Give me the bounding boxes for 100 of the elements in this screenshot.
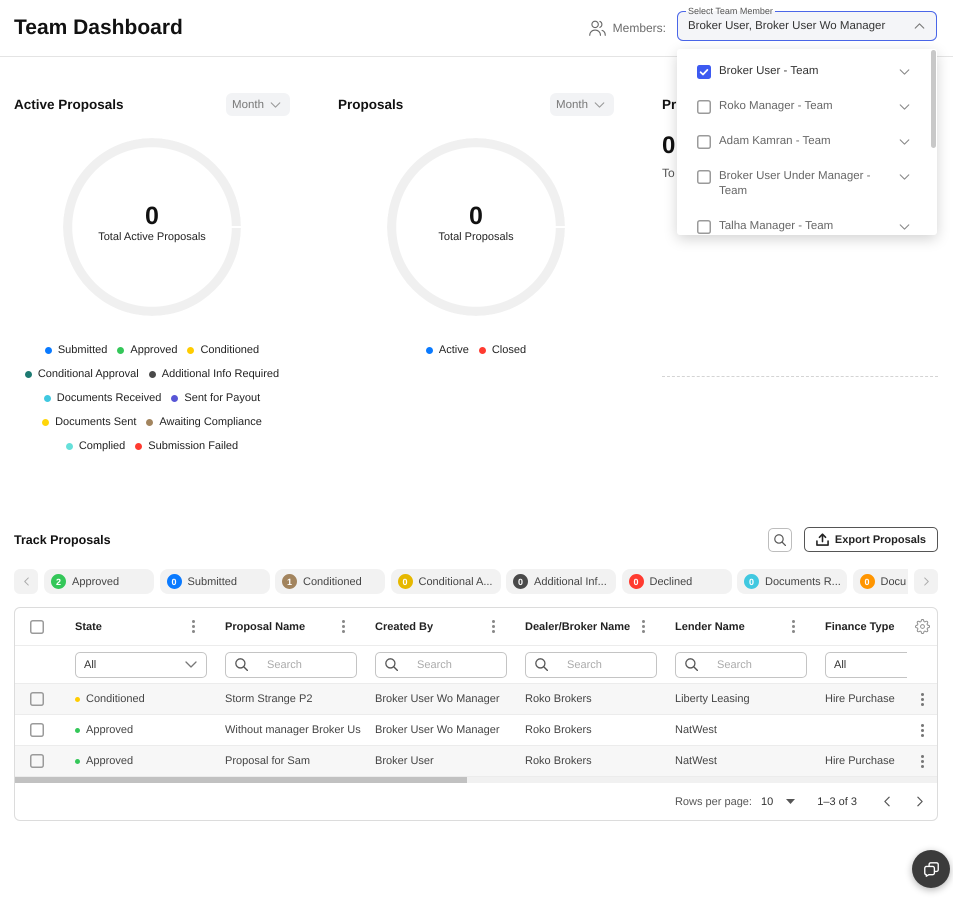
search-icon [774, 534, 786, 546]
column-header[interactable]: Finance Type [825, 620, 894, 632]
chevron-left-icon[interactable] [884, 796, 890, 807]
legend-label: Conditional Approval [38, 367, 139, 381]
chevron-down-icon[interactable] [899, 224, 910, 230]
panel-title: Proposals [338, 97, 404, 112]
kebab-menu-icon[interactable] [492, 620, 495, 633]
legend-label: Documents Sent [55, 415, 136, 429]
members-label: Members: [612, 21, 666, 35]
table-cell: Storm Strange P2 [225, 693, 312, 705]
status-filter-chip[interactable]: 2 Approved [44, 569, 154, 594]
total-count: 0 [145, 204, 159, 228]
stat-caption: To [662, 166, 675, 180]
total-label: Total Proposals [438, 230, 514, 244]
team-member-select[interactable]: Select Team Member Broker User, Broker User Wo Manager [677, 6, 937, 41]
chevron-down-icon[interactable] [899, 139, 910, 145]
checkbox[interactable] [697, 64, 711, 78]
status-filter-chip[interactable]: 0 Additional Inf... [506, 569, 616, 594]
page-title: Team Dashboard [14, 15, 183, 41]
count-badge: 0 [628, 574, 644, 589]
speech-bubbles-icon [924, 862, 938, 876]
table-cell: Roko Brokers [525, 755, 592, 767]
chevron-down-icon [185, 661, 197, 668]
search-field[interactable]: Search [525, 652, 657, 678]
member-option-label[interactable]: Broker User - Team [719, 64, 879, 79]
floating-action-button[interactable] [912, 850, 950, 888]
settings-icon[interactable] [914, 619, 930, 634]
status-filter-chip[interactable]: 0 Submitted [160, 569, 270, 594]
chevron-down-icon[interactable] [899, 104, 910, 110]
kebab-menu-icon[interactable] [920, 692, 924, 706]
chevron-right-icon[interactable] [917, 796, 923, 807]
legend-label: Conditioned [200, 343, 260, 357]
count-badge: 1 [282, 574, 297, 589]
table-cell: Without manager Broker Us [225, 724, 361, 736]
table-cell: NatWest [675, 755, 717, 767]
people-icon [588, 20, 606, 36]
scrollbar-thumb[interactable] [15, 777, 467, 783]
kebab-menu-icon[interactable] [342, 620, 345, 633]
search-field[interactable]: Search [675, 652, 807, 678]
column-header[interactable]: Created By [375, 620, 434, 632]
status-filter-chip[interactable]: 1 Conditioned [275, 569, 385, 594]
checkbox[interactable] [30, 723, 44, 737]
kebab-menu-icon[interactable] [792, 620, 795, 633]
chevron-down-icon [270, 102, 281, 108]
chevron-down-icon[interactable] [899, 69, 910, 75]
table-cell: NatWest [675, 724, 717, 736]
checkbox[interactable] [30, 692, 44, 706]
period-dropdown[interactable]: Month [226, 93, 290, 116]
member-option-label[interactable]: Broker User Under Manager - Team [719, 169, 879, 199]
table-cell: Broker User Wo Manager [375, 724, 500, 736]
chevron-down-icon [594, 102, 605, 108]
table-cell: Broker User [375, 755, 434, 767]
scrollbar-thumb[interactable] [931, 50, 936, 148]
export-button[interactable]: Export Proposals [804, 527, 938, 552]
section-title: Track Proposals [14, 532, 111, 546]
member-option-label[interactable]: Roko Manager - Team [719, 99, 879, 114]
count-badge: 0 [860, 574, 874, 589]
status-filter-chip[interactable]: 0 Conditional A... [390, 569, 500, 594]
checkbox[interactable] [30, 620, 44, 634]
chevron-right-icon [924, 577, 928, 586]
kebab-menu-icon[interactable] [642, 620, 645, 633]
status-filter-chip[interactable]: 0 Declined [622, 569, 732, 594]
column-header[interactable]: Proposal Name [225, 620, 306, 632]
kebab-menu-icon[interactable] [192, 620, 195, 633]
legend-label: Sent for Payout [184, 391, 260, 405]
panel-title: Active Proposals [14, 97, 124, 112]
table-cell: Roko Brokers [525, 724, 592, 736]
search-button[interactable] [768, 528, 792, 552]
search-field[interactable]: Search [375, 652, 507, 678]
search-icon [535, 658, 548, 671]
column-header[interactable]: Lender Name [675, 620, 745, 632]
rows-per-page-select[interactable]: 10 [760, 796, 796, 808]
table-cell: Hire Purchase [825, 755, 895, 767]
page-range: 1–3 of 3 [817, 796, 857, 808]
table-cell: Roko Brokers [525, 693, 592, 705]
column-header[interactable]: Dealer/Broker Name [525, 620, 630, 632]
checkbox[interactable] [697, 100, 711, 114]
legend-label: Complied [78, 439, 126, 453]
table-cell: Broker User Wo Manager [375, 693, 500, 705]
legend-label: Additional Info Required [162, 367, 280, 381]
status-label: Conditioned [86, 693, 145, 705]
member-option-label[interactable]: Talha Manager - Team [719, 219, 879, 234]
checkbox[interactable] [697, 134, 711, 148]
count-badge: 0 [513, 574, 528, 589]
period-dropdown[interactable]: Month [550, 93, 614, 116]
chevron-left-icon [24, 577, 28, 586]
kebab-menu-icon[interactable] [920, 754, 924, 768]
filter-select[interactable]: All [825, 652, 907, 678]
checkbox[interactable] [30, 754, 44, 768]
status-filter-chip[interactable]: 0 Documents R... [737, 569, 847, 594]
column-header[interactable]: State [75, 620, 102, 632]
table-cell: Liberty Leasing [675, 693, 750, 705]
search-field[interactable]: Search [225, 652, 357, 678]
checkbox[interactable] [697, 220, 711, 234]
member-option-label[interactable]: Adam Kamran - Team [719, 134, 879, 149]
kebab-menu-icon[interactable] [920, 724, 924, 736]
filter-select[interactable]: All [75, 652, 207, 678]
checkbox[interactable] [697, 170, 711, 184]
chevron-down-icon[interactable] [899, 174, 910, 180]
status-filter-chip[interactable]: 0 Docu [852, 569, 908, 594]
